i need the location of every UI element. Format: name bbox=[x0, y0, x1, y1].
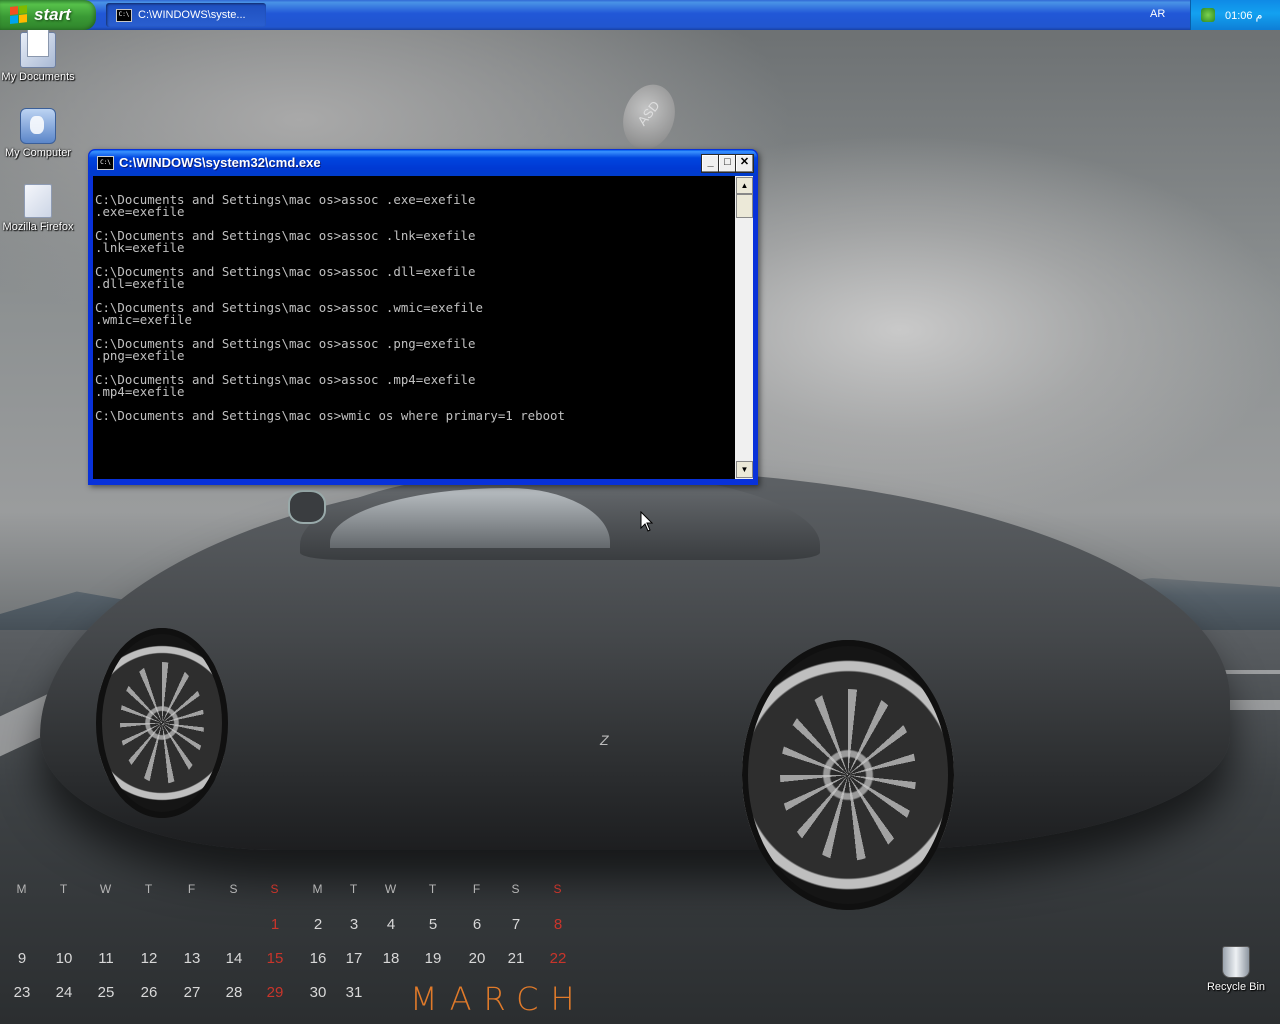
calendar-day: 14 bbox=[225, 950, 243, 967]
calendar-weekday: S bbox=[511, 882, 521, 896]
recycle-bin-icon bbox=[1222, 946, 1250, 978]
calendar-day: 10 bbox=[55, 950, 73, 967]
close-button[interactable]: ✕ bbox=[735, 154, 754, 173]
calendar-weekday: F bbox=[187, 882, 197, 896]
car-rear-wheel bbox=[742, 640, 954, 910]
windows-logo-icon bbox=[10, 5, 28, 25]
desktop-icon-recycle-bin[interactable]: Recycle Bin bbox=[1198, 946, 1274, 993]
calendar-day: 22 bbox=[549, 950, 567, 967]
calendar-day: 6 bbox=[472, 916, 482, 933]
window-title: C:\WINDOWS\system32\cmd.exe bbox=[119, 155, 321, 170]
calendar-weekday: M bbox=[16, 882, 28, 896]
cmd-icon[interactable]: C:\ bbox=[97, 156, 114, 170]
calendar-day: 12 bbox=[140, 950, 158, 967]
calendar-day: 20 bbox=[468, 950, 486, 967]
taskbar-button-label: C:\WINDOWS\syste... bbox=[138, 9, 246, 21]
start-button[interactable]: start bbox=[0, 0, 96, 30]
car-front-wheel bbox=[96, 628, 228, 818]
calendar-day: 1 bbox=[270, 916, 280, 933]
clock[interactable]: 01:06 م bbox=[1225, 9, 1262, 22]
calendar-day: 30 bbox=[309, 984, 327, 1001]
calendar-day: 7 bbox=[511, 916, 521, 933]
desktop-icon-my-computer[interactable]: My Computer bbox=[0, 108, 76, 159]
calendar-day: 9 bbox=[17, 950, 27, 967]
calendar-day: 17 bbox=[345, 950, 363, 967]
cmd-icon: C:\ bbox=[116, 8, 132, 22]
desktop-icon-label: Recycle Bin bbox=[1206, 981, 1266, 993]
mouse-cursor bbox=[640, 511, 654, 532]
car-badge: Z bbox=[600, 732, 609, 748]
start-label: start bbox=[34, 5, 71, 24]
calendar-weekday: T bbox=[428, 882, 438, 896]
calendar-weekday: T bbox=[349, 882, 359, 896]
calendar-day: 21 bbox=[507, 950, 525, 967]
taskbar-button-cmd[interactable]: C:\ C:\WINDOWS\syste... bbox=[106, 3, 266, 27]
calendar-day: 24 bbox=[55, 984, 73, 1001]
desktop-icon-label: My Documents bbox=[1, 71, 75, 83]
calendar-day: 29 bbox=[266, 984, 284, 1001]
network-icon[interactable] bbox=[1201, 8, 1215, 22]
my-computer-icon bbox=[20, 108, 56, 144]
calendar-day: 26 bbox=[140, 984, 158, 1001]
calendar-week: 1 2 3 4 5 6 7 8 bbox=[0, 916, 600, 946]
calendar-day: 31 bbox=[345, 984, 363, 1001]
console-output-area[interactable]: C:\Documents and Settings\mac os>assoc .… bbox=[93, 176, 735, 479]
calendar-day: 13 bbox=[183, 950, 201, 967]
desktop-icon-mozilla-firefox[interactable]: Mozilla Firefox bbox=[0, 184, 76, 233]
document-icon bbox=[24, 184, 52, 218]
calendar-day: 27 bbox=[183, 984, 201, 1001]
car-mirror bbox=[288, 490, 326, 524]
calendar-day: 18 bbox=[382, 950, 400, 967]
scroll-thumb[interactable] bbox=[736, 194, 753, 218]
window-titlebar[interactable]: C:\ C:\WINDOWS\system32\cmd.exe _ □ ✕ bbox=[89, 150, 757, 176]
system-tray: 01:06 م bbox=[1190, 0, 1280, 30]
calendar-day: 16 bbox=[309, 950, 327, 967]
calendar-weekday: W bbox=[99, 882, 113, 896]
calendar-day: 11 bbox=[98, 950, 114, 967]
calendar-day: 23 bbox=[13, 984, 31, 1001]
desktop-icon-my-documents[interactable]: My Documents bbox=[0, 29, 76, 83]
calendar-weekday: S bbox=[229, 882, 239, 896]
desktop-icon-label: Mozilla Firefox bbox=[2, 221, 74, 233]
calendar-weekday: T bbox=[144, 882, 154, 896]
cmd-window[interactable]: C:\ C:\WINDOWS\system32\cmd.exe _ □ ✕ C:… bbox=[88, 149, 758, 485]
calendar-day: 8 bbox=[553, 916, 563, 933]
scroll-up-button[interactable]: ▲ bbox=[736, 177, 753, 194]
calendar-week: 9 10 11 12 13 14 15 16 17 18 19 20 21 22 bbox=[0, 950, 600, 980]
console-text: C:\Documents and Settings\mac os>assoc .… bbox=[95, 192, 565, 423]
calendar-weekday: W bbox=[384, 882, 398, 896]
calendar-day: 2 bbox=[313, 916, 323, 933]
calendar-weekday: S bbox=[553, 882, 563, 896]
calendar-day: 19 bbox=[424, 950, 442, 967]
calendar-weekday: S bbox=[270, 882, 280, 896]
calendar-day: 25 bbox=[97, 984, 115, 1001]
calendar-weekdays: MTWTFSSMTWTFSS bbox=[0, 882, 600, 912]
calendar-day: 28 bbox=[225, 984, 243, 1001]
calendar-day: 4 bbox=[386, 916, 396, 933]
calendar-day: 5 bbox=[428, 916, 438, 933]
vertical-scrollbar[interactable]: ▲ ▼ bbox=[735, 176, 753, 479]
calendar-weekday: M bbox=[312, 882, 324, 896]
taskbar: start C:\ C:\WINDOWS\syste... AR 01:06 م bbox=[0, 0, 1280, 30]
my-documents-icon bbox=[20, 29, 56, 68]
calendar-day: 3 bbox=[349, 916, 359, 933]
calendar-day: 15 bbox=[266, 950, 284, 967]
wallpaper-badge: ASD bbox=[615, 77, 683, 157]
language-indicator[interactable]: AR bbox=[1150, 8, 1165, 20]
scroll-down-button[interactable]: ▼ bbox=[736, 461, 753, 478]
calendar-month: MARCH bbox=[410, 980, 587, 1018]
desktop-icon-label: My Computer bbox=[4, 147, 72, 159]
calendar-weekday: T bbox=[59, 882, 69, 896]
calendar-weekday: F bbox=[472, 882, 482, 896]
